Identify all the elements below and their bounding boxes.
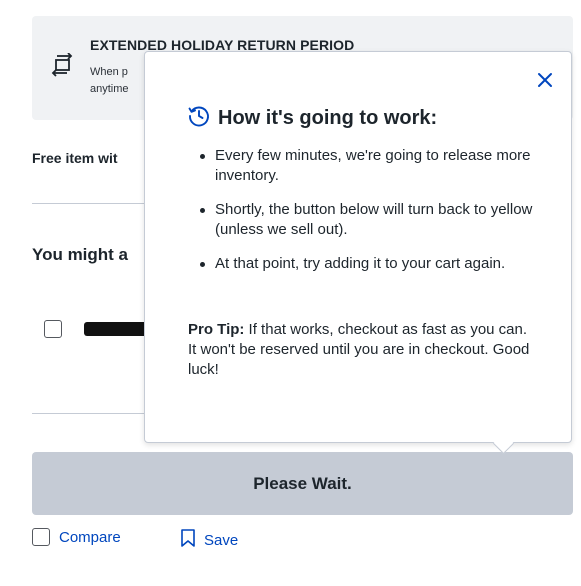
divider xyxy=(32,413,162,414)
compare-control[interactable]: Compare xyxy=(32,528,121,546)
bookmark-icon xyxy=(180,528,196,553)
return-desc-line-1: When p xyxy=(90,66,128,78)
popover-title: How it's going to work: xyxy=(218,107,438,129)
you-might-also-heading: You might a xyxy=(32,245,129,264)
bullet-item: Shortly, the button below will turn back… xyxy=(188,200,548,240)
free-item-heading: Free item wit xyxy=(32,150,118,166)
save-control[interactable]: Save xyxy=(180,528,238,553)
save-label: Save xyxy=(204,532,239,549)
bullet-item: At that point, try adding it to your car… xyxy=(188,254,548,274)
clock-icon xyxy=(187,104,211,133)
pro-tip-label: Pro Tip: xyxy=(188,321,245,338)
page: EXTENDED HOLIDAY RETURN PERIOD When p an… xyxy=(0,0,581,586)
pro-tip: Pro Tip: If that works, checkout as fast… xyxy=(188,320,533,380)
close-icon[interactable] xyxy=(533,68,557,92)
bullet-item: Every few minutes, we're going to releas… xyxy=(188,146,548,186)
please-wait-button[interactable]: Please Wait. xyxy=(32,452,573,515)
suggested-item-checkbox[interactable] xyxy=(44,320,62,338)
popover-bullet-list: Every few minutes, we're going to releas… xyxy=(188,146,548,288)
return-period-description: When p anytime xyxy=(90,64,150,98)
compare-checkbox[interactable] xyxy=(32,528,50,546)
divider xyxy=(32,203,162,204)
return-desc-line-2: anytime xyxy=(90,83,129,95)
popover-header: How it's going to work: xyxy=(187,104,437,133)
compare-label: Compare xyxy=(59,528,121,546)
exchange-arrows-icon xyxy=(47,52,77,81)
